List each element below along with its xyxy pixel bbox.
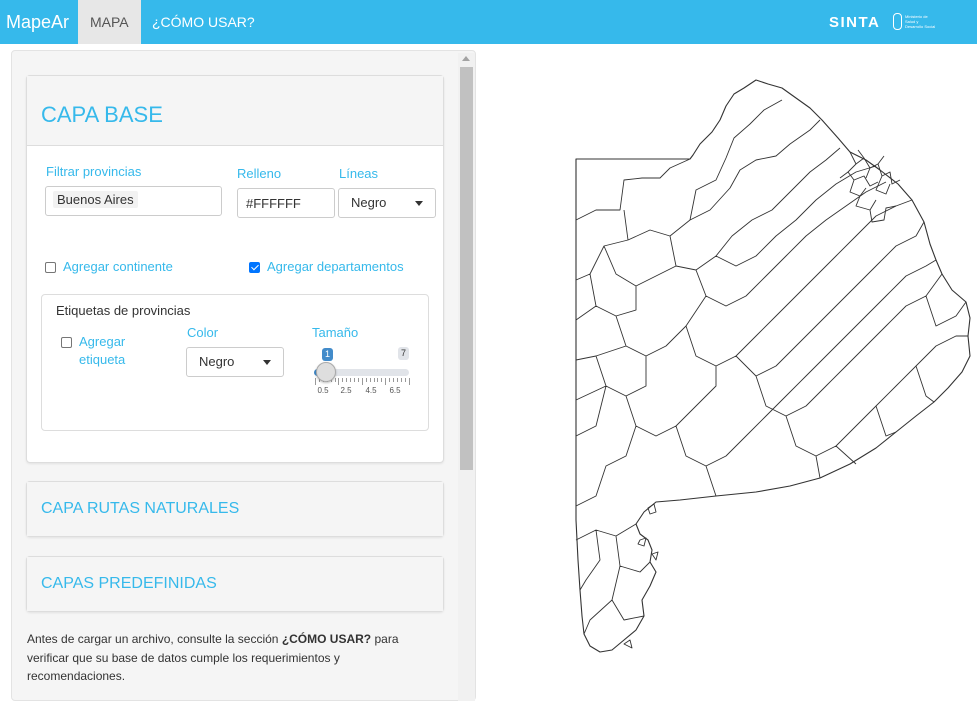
filtrar-provincias-select[interactable]: Buenos Aires	[45, 186, 222, 216]
tab-como-usar[interactable]: ¿CÓMO USAR?	[140, 0, 267, 44]
scroll-up-arrow-icon[interactable]	[462, 56, 470, 61]
slider-tick	[346, 378, 348, 382]
slider-tick	[361, 378, 363, 385]
slider-tick	[354, 378, 355, 382]
slider-tick	[396, 378, 398, 382]
slider-grid-label: 0.5	[317, 386, 329, 395]
agregar-etiqueta-checkbox[interactable]	[61, 337, 72, 348]
lineas-value: Negro	[351, 195, 387, 210]
capas-predefinidas-heading[interactable]: CAPAS PREDEFINIDAS	[27, 557, 443, 611]
slider-grid-label: 2.5	[340, 386, 352, 395]
capas-predefinidas-panel: CAPAS PREDEFINIDAS	[26, 556, 444, 612]
slider-tick	[389, 378, 391, 382]
tamano-label: Tamaño	[312, 325, 359, 340]
chevron-down-icon	[263, 360, 271, 365]
slider-grid-label: 6.5	[389, 386, 401, 395]
filtrar-provincias-label: Filtrar provincias	[46, 164, 142, 179]
info-como-usar-link: ¿CÓMO USAR?	[281, 632, 372, 646]
buenos-aires-map[interactable]	[520, 60, 977, 660]
slider-tick	[385, 378, 387, 385]
slider-tick	[393, 378, 394, 382]
tamano-slider-handle[interactable]	[316, 362, 336, 382]
slider-tick	[373, 378, 375, 382]
slider-tick	[381, 378, 383, 382]
ministerio-logo-text: Ministerio de Salud y Desarrollo Social …	[905, 14, 936, 30]
capa-rutas-title: CAPA RUTAS NATURALES	[41, 500, 240, 517]
top-navbar: MapeAr MAPA ¿CÓMO USAR? SINTA Ministerio…	[0, 0, 977, 44]
slider-tick	[342, 378, 344, 382]
slider-tick	[365, 378, 367, 382]
capa-base-title: CAPA BASE	[41, 102, 163, 127]
capas-predefinidas-title: CAPAS PREDEFINIDAS	[41, 575, 217, 592]
slider-value-badge: 1	[322, 348, 334, 361]
slider-tick	[404, 378, 406, 382]
slider-tick	[315, 378, 316, 385]
capa-rutas-heading[interactable]: CAPA RUTAS NATURALES	[27, 482, 443, 536]
ministerio-logo: Ministerio de Salud y Desarrollo Social …	[893, 12, 939, 32]
relleno-label: Relleno	[237, 166, 282, 181]
agregar-etiqueta-label-line1[interactable]: Agregar	[79, 334, 125, 349]
tab-mapa[interactable]: MAPA	[78, 0, 141, 44]
slider-tick	[408, 378, 410, 385]
color-select[interactable]: Negro	[186, 347, 284, 377]
sinta-logo: SINTA	[829, 14, 881, 31]
scrollbar-thumb[interactable]	[460, 67, 473, 470]
app-brand[interactable]: MapeAr	[6, 12, 69, 33]
slider-max-badge: 7	[398, 347, 410, 360]
agregar-continente-checkbox[interactable]	[45, 262, 56, 273]
capa-base-heading[interactable]: CAPA BASE	[27, 76, 443, 146]
agregar-etiqueta-label-line2[interactable]: etiqueta	[79, 352, 125, 367]
slider-tick	[377, 378, 379, 382]
relleno-value: #FFFFFF	[246, 196, 301, 211]
color-value: Negro	[199, 354, 235, 369]
lineas-select[interactable]: Negro	[338, 188, 436, 218]
province-outline	[575, 79, 971, 653]
slider-tick	[369, 378, 371, 382]
selected-province-chip[interactable]: Buenos Aires	[53, 191, 138, 208]
slider-tick	[357, 378, 359, 382]
agregar-departamentos-label[interactable]: Agregar departamentos	[267, 259, 404, 274]
agregar-departamentos-checkbox[interactable]	[249, 262, 260, 273]
upload-info-text: Antes de cargar un archivo, consulte la …	[27, 630, 437, 686]
etiquetas-title: Etiquetas de provincias	[56, 303, 191, 318]
slider-tick	[400, 378, 402, 382]
slider-tick	[334, 378, 336, 382]
chevron-down-icon	[415, 201, 423, 206]
lineas-label: Líneas	[339, 166, 379, 181]
agregar-continente-label[interactable]: Agregar continente	[63, 259, 173, 274]
capa-rutas-panel: CAPA RUTAS NATURALES	[26, 481, 444, 537]
slider-grid-label: 4.5	[365, 386, 377, 395]
color-label: Color	[187, 325, 219, 340]
slider-tick	[338, 378, 340, 385]
national-seal-icon	[893, 13, 902, 30]
info-text-before: Antes de cargar un archivo, consulte la …	[27, 632, 282, 646]
relleno-color-input[interactable]: #FFFFFF	[237, 188, 335, 218]
slider-tick	[350, 378, 352, 382]
